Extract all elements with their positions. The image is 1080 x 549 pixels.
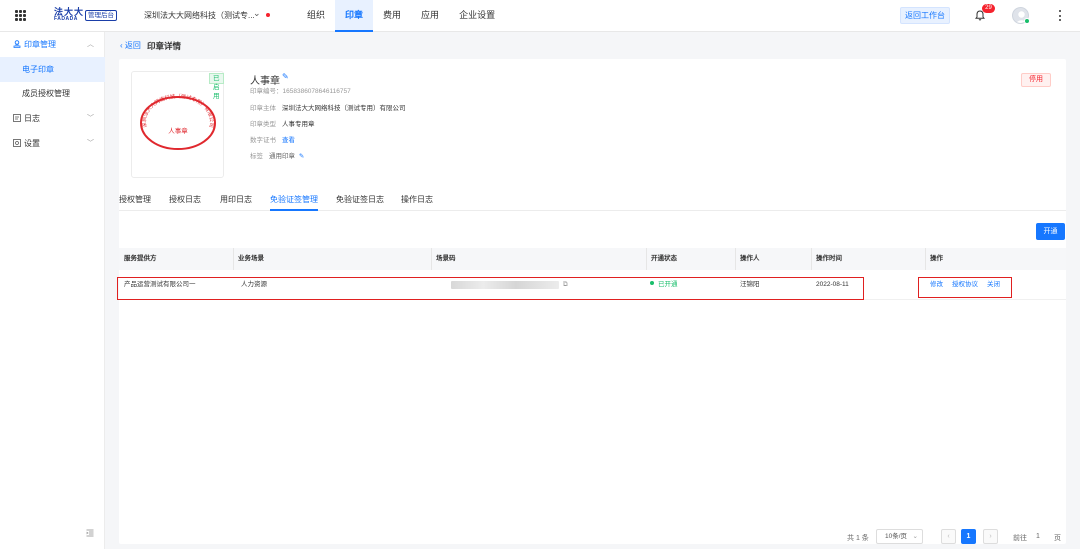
stop-seal-button[interactable]: 停用: [1021, 73, 1051, 87]
column-header: 操作人: [735, 248, 760, 270]
goto-page-input[interactable]: 1: [1036, 533, 1040, 540]
back-label: 返回: [124, 41, 141, 50]
seal-detail-panel: 已启用 深圳法大大网络科技（测试专用）有限公司 人事章 人事章 ✎ 印章编号：1…: [117, 59, 1066, 547]
highlight-box-row: [117, 277, 864, 300]
seal-tag-value: 通用印章: [269, 153, 295, 160]
total-count: 共 1 条: [847, 535, 869, 542]
highlight-box-actions: [918, 277, 1012, 298]
seal-status-badge: 已启用: [209, 73, 224, 100]
column-header: 业务场景: [233, 248, 264, 270]
org-alert-dot: [266, 13, 270, 17]
page-size-select[interactable]: 10条/页 ⌄: [876, 529, 923, 544]
more-vertical-icon[interactable]: [1059, 10, 1062, 21]
main-nav: 组织 印章 费用 应用 企业设置: [297, 0, 505, 32]
detail-tabs: 授权管理 授权日志 用印日志 免验证签管理 免验证签日志 操作日志: [119, 189, 1066, 211]
nav-organization[interactable]: 组织: [297, 0, 335, 32]
seal-code-value: 1658386078646116757: [282, 88, 351, 95]
log-icon: [13, 114, 21, 122]
seal-owner-row: 印章主体 深圳法大大网络科技（测试专用）有限公司: [250, 102, 406, 112]
table-header: 服务提供方 业务场景 场景码 开通状态 操作人 操作时间 操作: [119, 248, 1066, 270]
column-header: 开通状态: [646, 248, 677, 270]
logo-en-text: FADADA: [54, 16, 78, 22]
chevron-up-icon: ︿: [87, 41, 94, 48]
page-size-value: 10条/页: [885, 533, 908, 540]
tab-verification-free-signing[interactable]: 免验证签管理: [270, 194, 318, 211]
next-page-button[interactable]: ›: [983, 529, 998, 544]
sidebar-item-seal-management[interactable]: 印章管理 ︿: [0, 32, 105, 57]
column-header: 场景码: [431, 248, 456, 270]
view-certificate-link[interactable]: 查看: [282, 137, 295, 144]
seal-type-row: 印章类型 人事专用章: [250, 118, 315, 128]
seal-code-label: 印章编号：: [250, 88, 283, 95]
nav-apps[interactable]: 应用: [411, 0, 449, 32]
seal-stamp-image: 深圳法大大网络科技（测试专用）有限公司 人事章: [140, 92, 216, 150]
back-link[interactable]: ‹ 返回: [120, 40, 141, 51]
online-status-dot: [1024, 18, 1030, 24]
sidebar: 印章管理 ︿ 电子印章 成员授权管理 日志 ﹀ 设置 ﹀: [0, 32, 105, 549]
tab-authorization-log[interactable]: 授权日志: [169, 194, 201, 211]
sidebar-item-label: 日志: [24, 114, 40, 123]
pagination: 共 1 条 10条/页 ⌄ ‹ 1 › 前往 1 页: [119, 529, 1066, 547]
chevron-down-icon: ﹀: [87, 140, 94, 147]
tab-seal-usage-log[interactable]: 用印日志: [220, 194, 252, 211]
sidebar-item-member-authorization[interactable]: 成员授权管理: [0, 81, 105, 106]
page-unit-label: 页: [1054, 535, 1061, 542]
seal-icon: [13, 40, 21, 48]
column-header: 操作时间: [811, 248, 842, 270]
seal-cert-row: 数字证书 查看: [250, 134, 295, 144]
tab-authorization-management[interactable]: 授权管理: [119, 194, 151, 211]
admin-badge: 管理后台: [85, 10, 117, 21]
seal-tag-label: 标签: [250, 153, 263, 160]
notification-count-badge: 29: [982, 4, 995, 13]
seal-arc-text: 深圳法大大网络科技（测试专用）有限公司: [140, 92, 215, 128]
organization-selector[interactable]: 深圳法大大网络科技（测试专...: [144, 10, 255, 21]
seal-image-card: 已启用 深圳法大大网络科技（测试专用）有限公司 人事章: [131, 71, 224, 178]
sidebar-item-settings[interactable]: 设置 ﹀: [0, 131, 105, 156]
sidebar-item-log[interactable]: 日志 ﹀: [0, 106, 105, 131]
tab-operation-log[interactable]: 操作日志: [401, 194, 433, 211]
seal-tag-row: 标签 通用印章 ✎: [250, 150, 304, 160]
goto-label: 前往: [1013, 535, 1027, 542]
return-workspace-button[interactable]: 返回工作台: [900, 7, 950, 24]
nav-billing[interactable]: 费用: [373, 0, 411, 32]
open-service-button[interactable]: 开通: [1036, 223, 1065, 240]
seal-owner-value: 深圳法大大网络科技（测试专用）有限公司: [282, 105, 406, 112]
edit-tag-icon[interactable]: ✎: [299, 153, 304, 160]
seal-owner-label: 印章主体: [250, 105, 276, 112]
tab-verification-free-log[interactable]: 免验证签日志: [336, 194, 384, 211]
column-header: 服务提供方: [124, 255, 157, 262]
seal-center-text: 人事章: [168, 126, 188, 135]
seal-type-label: 印章类型: [250, 121, 276, 128]
sidebar-item-label: 设置: [24, 139, 40, 148]
sidebar-item-electronic-seal[interactable]: 电子印章: [0, 57, 105, 82]
fadada-logo[interactable]: 法大大 FADADA: [54, 8, 84, 22]
app-grid-icon[interactable]: [15, 10, 26, 21]
column-header: 操作: [925, 248, 943, 270]
settings-icon: [13, 139, 21, 147]
page-title: 印章详情: [147, 41, 182, 51]
chevron-down-icon: ﹀: [87, 115, 94, 122]
main-content: ‹ 返回 印章详情 已启用 深圳法大大网络科技（测试专用）有限公司 人事章 人事…: [105, 32, 1080, 549]
chevron-down-icon[interactable]: ⌄: [253, 8, 261, 19]
svg-text:深圳法大大网络科技（测试专用）有限公司: 深圳法大大网络科技（测试专用）有限公司: [140, 92, 215, 128]
nav-seal[interactable]: 印章: [335, 0, 374, 32]
seal-code: 印章编号：1658386078646116757: [250, 85, 351, 95]
seal-type-value: 人事专用章: [282, 121, 315, 128]
prev-page-button[interactable]: ‹: [941, 529, 956, 544]
edit-pencil-icon[interactable]: ✎: [282, 72, 289, 81]
top-navigation-bar: 法大大 FADADA 管理后台 深圳法大大网络科技（测试专... ⌄ 组织 印章…: [0, 0, 1080, 32]
collapse-sidebar-icon[interactable]: [86, 529, 94, 537]
chevron-left-icon: ‹: [120, 41, 123, 50]
chevron-down-icon: ⌄: [912, 533, 918, 540]
seal-cert-label: 数字证书: [250, 137, 276, 144]
sidebar-item-label: 印章管理: [24, 40, 56, 49]
nav-enterprise-settings[interactable]: 企业设置: [449, 0, 505, 32]
page-number-button[interactable]: 1: [961, 529, 976, 544]
